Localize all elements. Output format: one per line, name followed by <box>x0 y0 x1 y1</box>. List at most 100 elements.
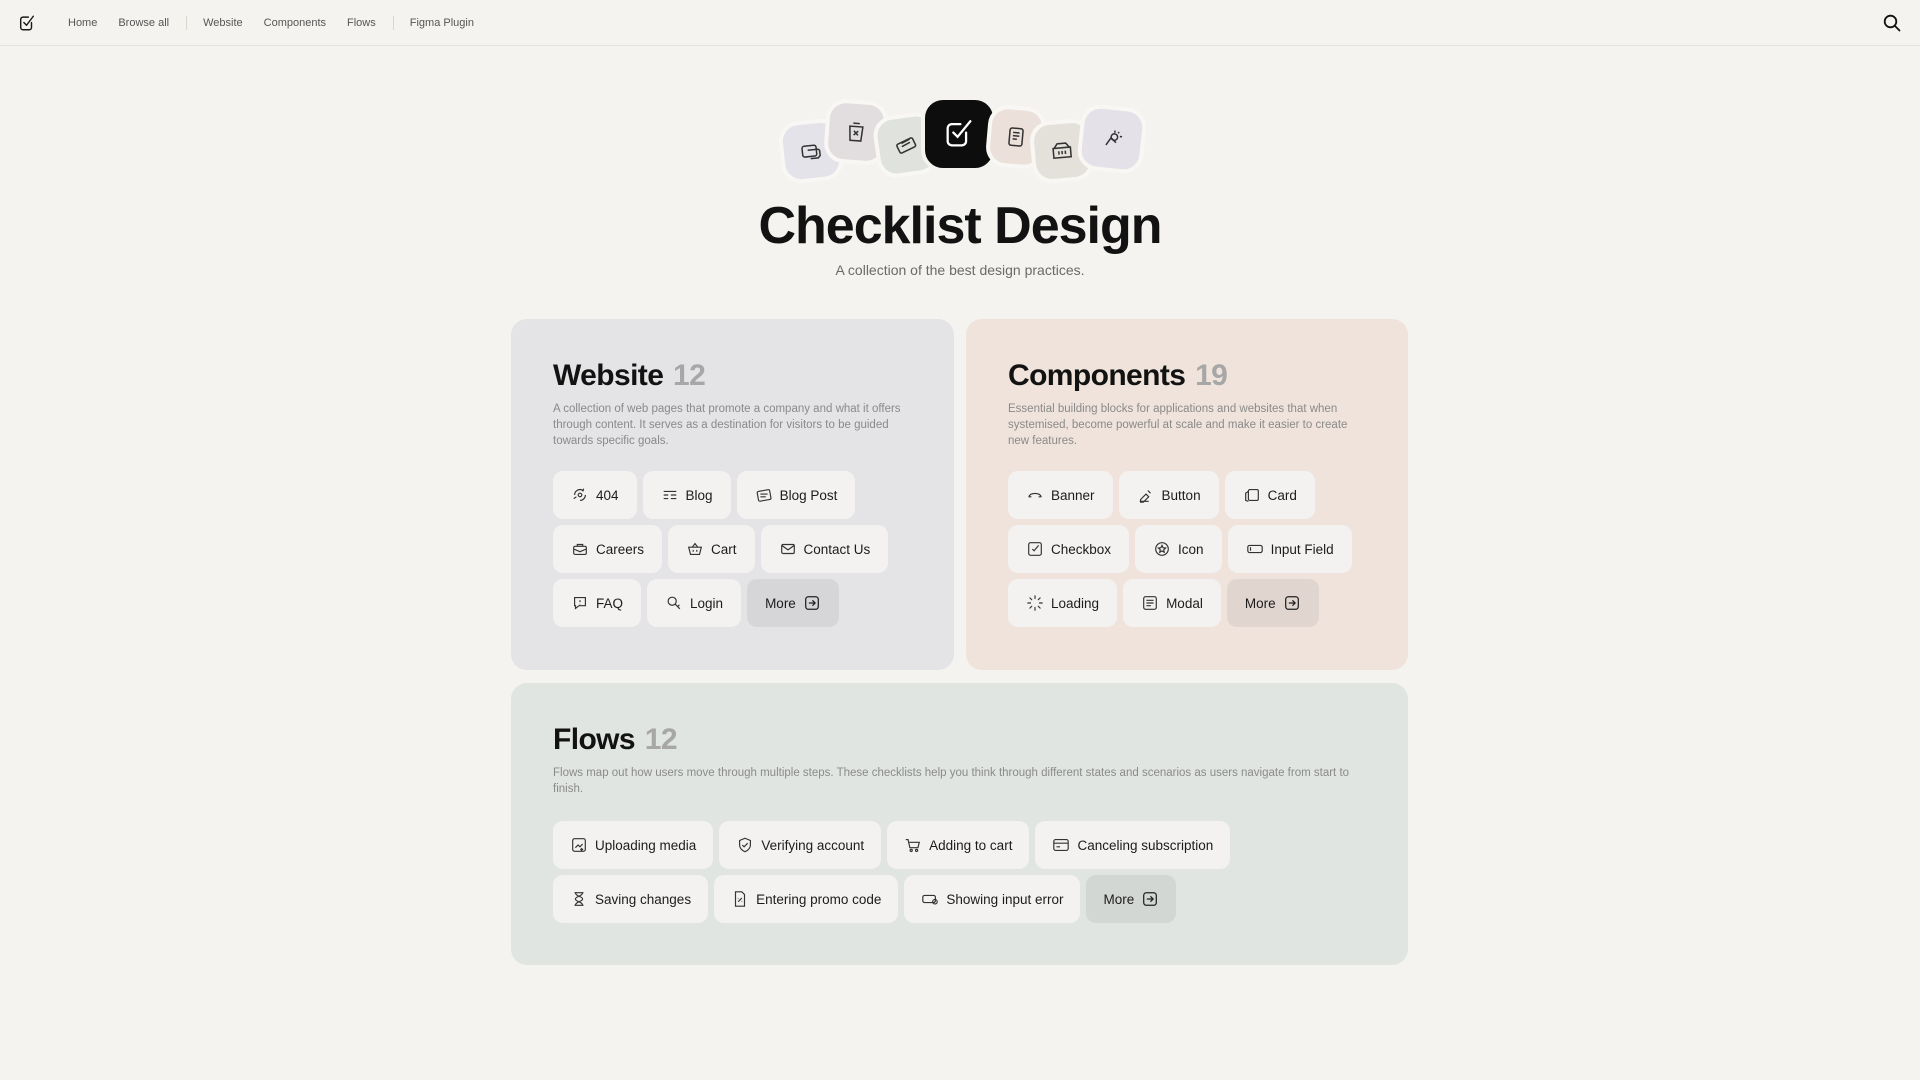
website-more-button[interactable]: More <box>747 579 839 627</box>
components-title-text: Components <box>1008 359 1186 392</box>
chip-checkbox[interactable]: Checkbox <box>1008 525 1130 573</box>
checkbox-hero-icon <box>921 96 997 172</box>
more-label: More <box>1244 595 1276 611</box>
chip-label: Input Field <box>1270 541 1334 557</box>
credit-card-icon <box>1052 836 1070 854</box>
chip-404[interactable]: 404 <box>553 471 637 519</box>
chip-card[interactable]: Card <box>1224 471 1315 519</box>
chip-verifying-account[interactable]: Verifying account <box>719 821 882 869</box>
sun-lamp-icon <box>1075 102 1149 176</box>
chip-label: Uploading media <box>595 837 697 853</box>
chip-blog-post[interactable]: Blog Post <box>736 471 856 519</box>
components-description: Essential building blocks for applicatio… <box>1008 403 1348 447</box>
chip-label: Modal <box>1166 595 1203 611</box>
website-card[interactable]: Website 12 A collection of web pages tha… <box>511 319 954 670</box>
website-count: 12 <box>673 359 706 392</box>
banner-icon <box>1026 486 1044 504</box>
nav-divider <box>186 15 188 30</box>
top-nav: Home Browse all Website Components Flows… <box>0 0 1920 46</box>
more-label: More <box>765 595 796 611</box>
chip-label: 404 <box>596 487 619 503</box>
chip-label: Adding to cart <box>929 837 1013 853</box>
chip-careers[interactable]: Careers <box>553 525 663 573</box>
nav-figma-plugin-link[interactable]: Figma Plugin <box>410 17 474 29</box>
button-icon <box>1137 486 1155 504</box>
chip-label: Checkbox <box>1051 541 1112 557</box>
chip-contact-us[interactable]: Contact Us <box>760 525 889 573</box>
blog-icon <box>661 486 679 504</box>
checkbox-icon <box>1026 540 1044 558</box>
nav-flows-link[interactable]: Flows <box>347 17 376 29</box>
modal-icon <box>1141 594 1159 612</box>
chip-cart[interactable]: Cart <box>668 525 755 573</box>
flows-title-text: Flows <box>553 723 636 756</box>
flows-card[interactable]: Flows 12 Flows map out how users move th… <box>511 683 1408 965</box>
arrow-right-box-icon <box>1141 890 1159 908</box>
chip-icon[interactable]: Icon <box>1135 525 1222 573</box>
chip-blog[interactable]: Blog <box>642 471 731 519</box>
chip-login[interactable]: Login <box>647 579 742 627</box>
blog-post-icon <box>755 486 773 504</box>
chip-showing-input-error[interactable]: Showing input error <box>904 875 1081 923</box>
chip-entering-promo-code[interactable]: Entering promo code <box>714 875 899 923</box>
chip-label: Card <box>1267 487 1297 503</box>
chip-label: Contact Us <box>803 541 871 557</box>
chip-canceling-subscription[interactable]: Canceling subscription <box>1035 821 1231 869</box>
chip-loading[interactable]: Loading <box>1008 579 1118 627</box>
chip-label: Blog <box>685 487 713 503</box>
chip-modal[interactable]: Modal <box>1123 579 1221 627</box>
website-chip-list: 404 Blog Blog Post Careers Cart Contact … <box>553 471 912 627</box>
hourglass-icon <box>570 890 588 908</box>
shield-check-icon <box>736 836 754 854</box>
chip-label: Canceling subscription <box>1077 837 1214 853</box>
flows-chip-list: Uploading media Verifying account Adding… <box>553 821 1366 923</box>
add-cart-icon <box>904 836 922 854</box>
nav-home-link[interactable]: Home <box>68 17 97 29</box>
search-icon[interactable] <box>1882 13 1902 33</box>
broken-link-icon <box>571 486 589 504</box>
flows-more-button[interactable]: More <box>1086 875 1177 923</box>
input-field-icon <box>1246 540 1264 558</box>
hero-icon-cluster <box>775 96 1150 190</box>
chip-adding-to-cart[interactable]: Adding to cart <box>887 821 1030 869</box>
mail-icon <box>779 540 797 558</box>
chip-label: Careers <box>596 541 645 557</box>
components-card[interactable]: Components 19 Essential building blocks … <box>966 319 1408 670</box>
chip-label: Button <box>1161 487 1201 503</box>
chip-label: Login <box>690 595 724 611</box>
chip-uploading-media[interactable]: Uploading media <box>553 821 714 869</box>
flows-count: 12 <box>644 723 678 756</box>
star-icon <box>1153 540 1171 558</box>
chip-label: Cart <box>711 541 737 557</box>
chip-button[interactable]: Button <box>1118 471 1219 519</box>
chip-label: Banner <box>1051 487 1095 503</box>
page-title: Checklist Design <box>758 197 1162 255</box>
chip-label: Loading <box>1051 595 1100 611</box>
components-count: 19 <box>1195 359 1228 392</box>
nav-browse-all-link[interactable]: Browse all <box>118 17 169 29</box>
arrow-right-box-icon <box>803 594 821 612</box>
input-error-icon <box>921 890 939 908</box>
more-label: More <box>1103 891 1135 907</box>
chip-label: Icon <box>1178 541 1204 557</box>
page-subtitle: A collection of the best design practice… <box>835 262 1085 278</box>
checkbox-logo-icon[interactable] <box>18 14 36 32</box>
chip-faq[interactable]: FAQ <box>553 579 642 627</box>
chip-saving-changes[interactable]: Saving changes <box>553 875 709 923</box>
loading-icon <box>1026 594 1044 612</box>
nav-components-link[interactable]: Components <box>264 17 326 29</box>
website-card-title: Website 12 <box>553 359 912 393</box>
nav-website-link[interactable]: Website <box>203 17 243 29</box>
card-icon <box>1243 486 1261 504</box>
components-more-button[interactable]: More <box>1226 579 1319 627</box>
flows-description: Flows map out how users move through mul… <box>553 767 1350 795</box>
careers-icon <box>571 540 589 558</box>
chip-banner[interactable]: Banner <box>1008 471 1113 519</box>
promo-code-icon <box>731 890 749 908</box>
website-description: A collection of web pages that promote a… <box>553 403 901 447</box>
chip-label: Saving changes <box>595 891 692 907</box>
chip-input-field[interactable]: Input Field <box>1227 525 1352 573</box>
chip-label: FAQ <box>596 595 624 611</box>
login-icon <box>665 594 683 612</box>
nav-divider <box>392 15 394 30</box>
